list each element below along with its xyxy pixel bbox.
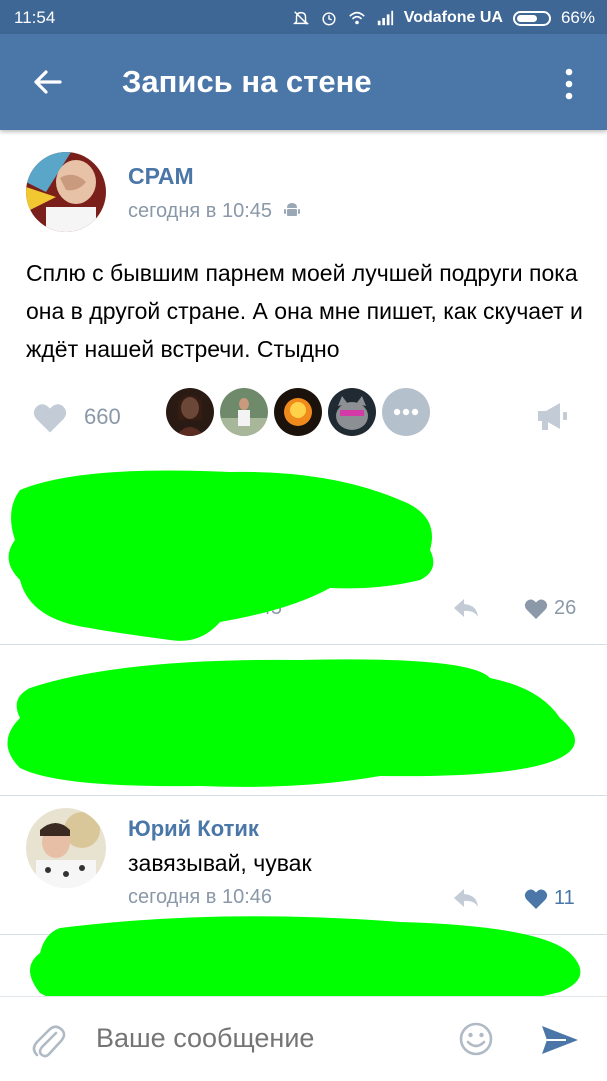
reply-icon[interactable] (452, 887, 480, 909)
post-time-text: сегодня в 10:45 (128, 200, 272, 222)
post-time: сегодня в 10:45 (128, 200, 300, 223)
liker-avatar[interactable] (166, 388, 214, 436)
smiley-icon[interactable] (458, 1021, 494, 1057)
redaction-scribble (0, 460, 450, 650)
commenter-avatar[interactable] (26, 808, 106, 888)
comment-divider (0, 795, 607, 796)
post-author[interactable]: СРАМ (128, 163, 194, 190)
more-vertical-icon[interactable] (559, 64, 579, 104)
status-icons: Vodafone UA 66% (292, 8, 595, 28)
comment-like-count[interactable]: 11 (554, 887, 575, 910)
heart-icon[interactable] (524, 598, 548, 620)
carrier-name: Vodafone UA (403, 9, 503, 26)
comment-text: завязывай, чувак (128, 850, 312, 876)
heart-icon[interactable] (524, 888, 548, 910)
arrow-left-icon[interactable] (28, 62, 68, 102)
battery-icon (512, 10, 551, 26)
more-likers-button[interactable] (382, 388, 430, 436)
liker-avatar[interactable] (328, 388, 376, 436)
reply-icon[interactable] (452, 597, 480, 619)
megaphone-icon[interactable] (534, 400, 570, 432)
battery-fill (516, 14, 537, 22)
post-text: Сплю с бывшим парнем моей лучшей подруги… (26, 260, 583, 362)
app-toolbar: Запись на стене (0, 34, 607, 130)
battery-percent: 66% (560, 8, 595, 27)
page-title: Запись на стене (122, 64, 372, 99)
post-likes-row: 660 (0, 388, 607, 444)
paperclip-icon[interactable] (30, 1021, 66, 1061)
heart-icon[interactable] (32, 402, 68, 434)
status-bar: 11:54 Vodafone UA 66% (0, 0, 607, 34)
mute-icon (292, 11, 309, 25)
comment-author[interactable]: Юрий Котик (128, 816, 259, 842)
alarm-icon (322, 12, 336, 26)
redaction-scribble (0, 648, 590, 796)
android-icon (283, 203, 300, 216)
author-avatar[interactable] (26, 152, 106, 232)
message-input[interactable] (96, 1023, 436, 1054)
comment-time: сегодня в 10:46 (128, 886, 272, 908)
comment-like-count[interactable]: 26 (554, 597, 576, 620)
message-composer (0, 996, 607, 1081)
liker-avatar[interactable] (220, 388, 268, 436)
more-horizontal-icon (393, 408, 419, 416)
status-time: 11:54 (14, 8, 56, 27)
liker-avatar[interactable] (274, 388, 322, 436)
post-like-count[interactable]: 660 (84, 404, 121, 430)
send-icon[interactable] (540, 1023, 580, 1057)
signal-icon (377, 10, 393, 26)
comment-divider (0, 644, 607, 645)
wifi-icon (348, 11, 365, 25)
